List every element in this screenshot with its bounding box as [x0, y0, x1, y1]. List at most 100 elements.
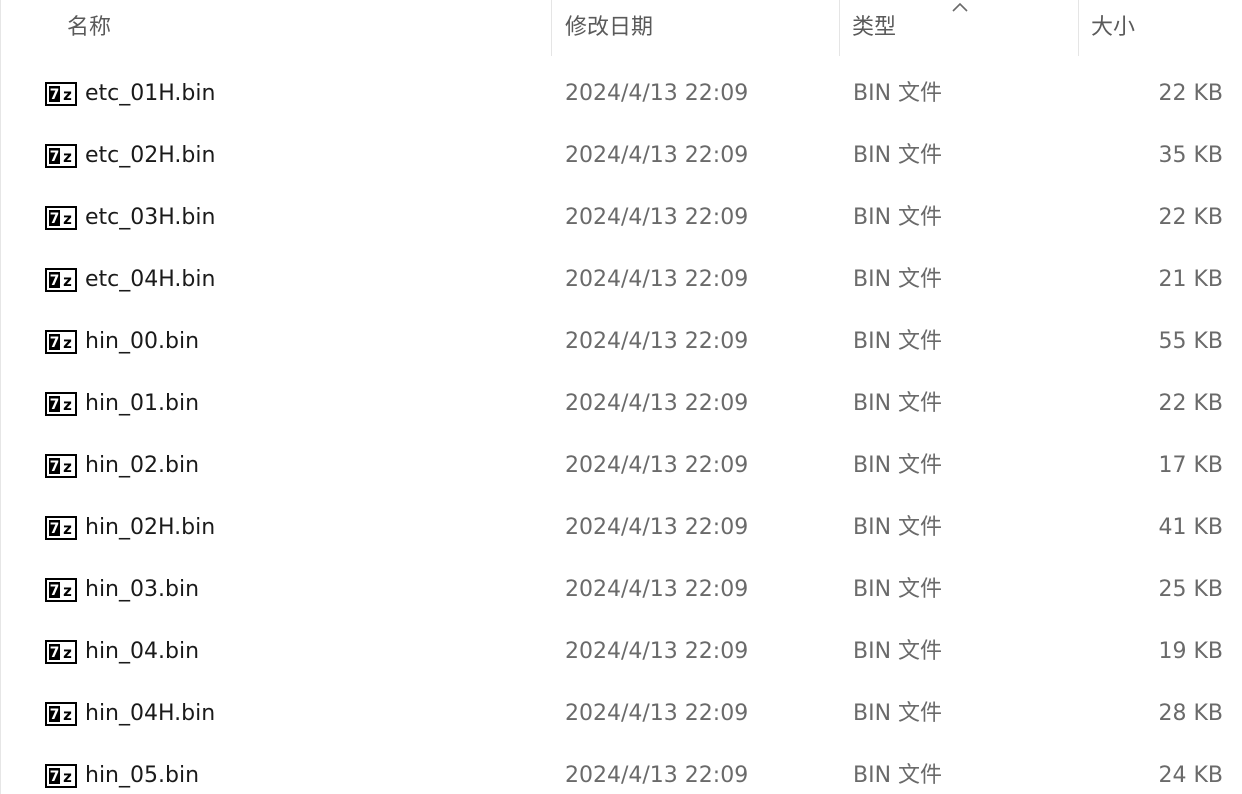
file-date-modified: 2024/4/13 22:09 — [565, 639, 749, 664]
file-type: BIN 文件 — [853, 763, 943, 788]
file-row[interactable]: 7 z etc_04H.bin 2024/4/13 22:09 BIN 文件 2… — [1, 249, 1242, 311]
svg-text:7: 7 — [50, 769, 60, 785]
file-size: 55 KB — [1158, 329, 1223, 354]
svg-text:7: 7 — [50, 397, 60, 413]
7z-archive-icon: 7 z — [45, 516, 77, 540]
file-name: hin_01.bin — [85, 391, 200, 416]
file-icon-cell: 7 z — [45, 311, 77, 373]
svg-text:z: z — [63, 148, 72, 166]
file-date-modified: 2024/4/13 22:09 — [565, 391, 749, 416]
7z-archive-icon: 7 z — [45, 206, 77, 230]
file-icon-cell: 7 z — [45, 435, 77, 497]
file-date-modified: 2024/4/13 22:09 — [565, 329, 749, 354]
svg-text:7: 7 — [50, 583, 60, 599]
file-size: 28 KB — [1158, 701, 1223, 726]
file-date-modified: 2024/4/13 22:09 — [565, 205, 749, 230]
file-explorer-details-view: 名称 修改日期 类型 大小 7 z etc_01H.bin 2024/4/13 … — [0, 0, 1242, 794]
file-size: 22 KB — [1158, 81, 1223, 106]
file-icon-cell: 7 z — [45, 683, 77, 745]
7z-archive-icon: 7 z — [45, 330, 77, 354]
svg-text:z: z — [63, 272, 72, 290]
7z-archive-icon: 7 z — [45, 268, 77, 292]
file-type: BIN 文件 — [853, 639, 943, 664]
file-type: BIN 文件 — [853, 81, 943, 106]
file-name: hin_03.bin — [85, 577, 200, 602]
file-row[interactable]: 7 z hin_04.bin 2024/4/13 22:09 BIN 文件 19… — [1, 621, 1242, 683]
file-row[interactable]: 7 z etc_01H.bin 2024/4/13 22:09 BIN 文件 2… — [1, 63, 1242, 125]
column-header-name[interactable]: 名称 — [1, 0, 551, 56]
file-size: 19 KB — [1158, 639, 1223, 664]
file-row[interactable]: 7 z hin_01.bin 2024/4/13 22:09 BIN 文件 22… — [1, 373, 1242, 435]
7z-archive-icon: 7 z — [45, 578, 77, 602]
file-name: etc_03H.bin — [85, 205, 216, 230]
file-row[interactable]: 7 z etc_03H.bin 2024/4/13 22:09 BIN 文件 2… — [1, 187, 1242, 249]
file-type: BIN 文件 — [853, 701, 943, 726]
svg-text:7: 7 — [50, 149, 60, 165]
file-name: hin_00.bin — [85, 329, 200, 354]
svg-text:z: z — [63, 334, 72, 352]
file-icon-cell: 7 z — [45, 373, 77, 435]
file-row[interactable]: 7 z hin_05.bin 2024/4/13 22:09 BIN 文件 24… — [1, 745, 1242, 794]
file-icon-cell: 7 z — [45, 621, 77, 683]
file-row[interactable]: 7 z etc_02H.bin 2024/4/13 22:09 BIN 文件 3… — [1, 125, 1242, 187]
file-size: 41 KB — [1158, 515, 1223, 540]
file-size: 22 KB — [1158, 391, 1223, 416]
svg-text:7: 7 — [50, 707, 60, 723]
svg-text:z: z — [63, 458, 72, 476]
file-type: BIN 文件 — [853, 267, 943, 292]
file-name: hin_02.bin — [85, 453, 200, 478]
file-size: 17 KB — [1158, 453, 1223, 478]
file-icon-cell: 7 z — [45, 249, 77, 311]
chevron-up-icon — [952, 2, 968, 12]
column-header-bar: 名称 修改日期 类型 大小 — [1, 0, 1242, 56]
svg-text:z: z — [63, 86, 72, 104]
file-name: hin_02H.bin — [85, 515, 216, 540]
file-date-modified: 2024/4/13 22:09 — [565, 267, 749, 292]
svg-text:z: z — [63, 396, 72, 414]
file-name: etc_02H.bin — [85, 143, 216, 168]
file-date-modified: 2024/4/13 22:09 — [565, 701, 749, 726]
file-type: BIN 文件 — [853, 329, 943, 354]
file-name: hin_04.bin — [85, 639, 200, 664]
svg-text:7: 7 — [50, 273, 60, 289]
7z-archive-icon: 7 z — [45, 454, 77, 478]
file-date-modified: 2024/4/13 22:09 — [565, 515, 749, 540]
file-size: 21 KB — [1158, 267, 1223, 292]
file-icon-cell: 7 z — [45, 187, 77, 249]
svg-text:7: 7 — [50, 87, 60, 103]
7z-archive-icon: 7 z — [45, 640, 77, 664]
svg-text:z: z — [63, 520, 72, 538]
file-name: etc_01H.bin — [85, 81, 216, 106]
file-size: 24 KB — [1158, 763, 1223, 788]
svg-text:7: 7 — [50, 521, 60, 537]
file-row[interactable]: 7 z hin_00.bin 2024/4/13 22:09 BIN 文件 55… — [1, 311, 1242, 373]
svg-text:7: 7 — [50, 459, 60, 475]
column-header-date-modified[interactable]: 修改日期 — [552, 0, 839, 56]
svg-text:z: z — [63, 582, 72, 600]
file-type: BIN 文件 — [853, 453, 943, 478]
file-date-modified: 2024/4/13 22:09 — [565, 143, 749, 168]
svg-text:7: 7 — [50, 645, 60, 661]
file-row[interactable]: 7 z hin_02H.bin 2024/4/13 22:09 BIN 文件 4… — [1, 497, 1242, 559]
svg-text:7: 7 — [50, 211, 60, 227]
file-icon-cell: 7 z — [45, 125, 77, 187]
svg-text:z: z — [63, 644, 72, 662]
file-row[interactable]: 7 z hin_02.bin 2024/4/13 22:09 BIN 文件 17… — [1, 435, 1242, 497]
file-row[interactable]: 7 z hin_04H.bin 2024/4/13 22:09 BIN 文件 2… — [1, 683, 1242, 745]
svg-text:z: z — [63, 210, 72, 228]
7z-archive-icon: 7 z — [45, 392, 77, 416]
file-date-modified: 2024/4/13 22:09 — [565, 453, 749, 478]
file-name: hin_05.bin — [85, 763, 200, 788]
file-icon-cell: 7 z — [45, 559, 77, 621]
file-date-modified: 2024/4/13 22:09 — [565, 577, 749, 602]
file-type: BIN 文件 — [853, 515, 943, 540]
7z-archive-icon: 7 z — [45, 144, 77, 168]
file-size: 35 KB — [1158, 143, 1223, 168]
file-row[interactable]: 7 z hin_03.bin 2024/4/13 22:09 BIN 文件 25… — [1, 559, 1242, 621]
column-header-size[interactable]: 大小 — [1079, 0, 1242, 56]
file-list: 7 z etc_01H.bin 2024/4/13 22:09 BIN 文件 2… — [1, 63, 1242, 794]
file-icon-cell: 7 z — [45, 497, 77, 559]
svg-text:z: z — [63, 768, 72, 786]
file-name: etc_04H.bin — [85, 267, 216, 292]
file-type: BIN 文件 — [853, 391, 943, 416]
